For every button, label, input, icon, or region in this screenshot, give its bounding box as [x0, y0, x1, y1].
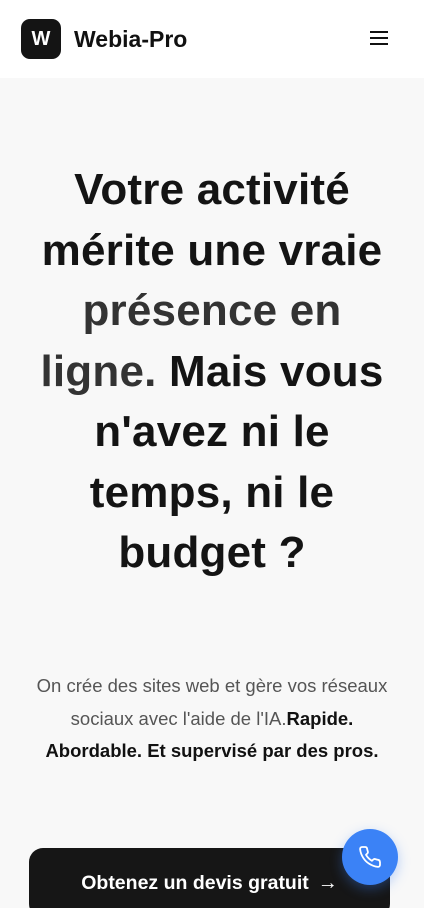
quote-cta-button[interactable]: Obtenez un devis gratuit → [29, 848, 390, 908]
hero-subtext: On crée des sites web et gère vos réseau… [30, 670, 394, 768]
cta-label: Obtenez un devis gratuit [81, 872, 309, 894]
site-header: W Webia-Pro [0, 0, 424, 78]
phone-icon[interactable] [342, 829, 398, 885]
headline-part1: Votre activité mérite une vraie [41, 165, 383, 275]
logo-letter: W [31, 27, 51, 50]
hero-section: Votre activité mérite une vraie présence… [0, 78, 424, 908]
arrow-right-icon: → [317, 872, 338, 894]
brand-name[interactable]: Webia-Pro [74, 26, 187, 53]
hamburger-icon[interactable] [370, 30, 388, 46]
hero-headline: Votre activité mérite une vraie présence… [20, 160, 404, 584]
logo-badge[interactable]: W [21, 19, 61, 59]
